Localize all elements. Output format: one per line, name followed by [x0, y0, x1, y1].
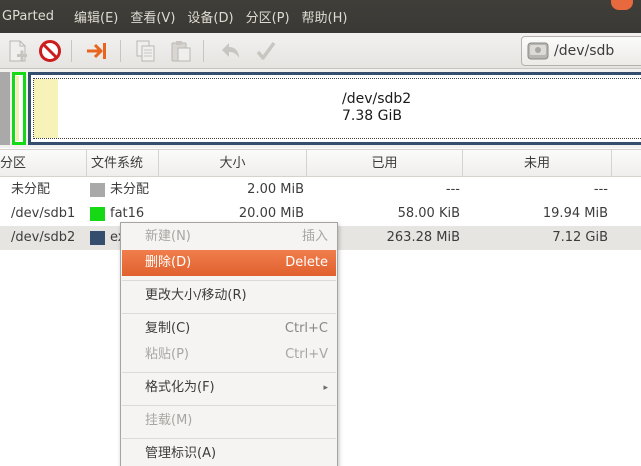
copy-icon — [136, 40, 155, 62]
resize-move-button[interactable] — [84, 38, 110, 64]
column-filler — [612, 150, 641, 177]
app-title: GParted — [2, 9, 54, 24]
table-row[interactable]: 未分配 未分配 2.00 MiB --- --- — [0, 178, 641, 202]
graphic-label: /dev/sdb2 7.38 GiB — [342, 91, 411, 125]
delete-icon — [39, 40, 61, 62]
cell-partition: /dev/sdb1 — [11, 206, 76, 221]
graphic-sdb1[interactable] — [12, 72, 26, 145]
menu-item-accel: 插入 — [301, 229, 328, 244]
cell-unused: --- — [593, 182, 608, 197]
submenu-arrow-icon: ▸ — [323, 383, 328, 393]
menu-separator — [122, 313, 336, 314]
device-selector[interactable]: /dev/sdb ( — [521, 36, 641, 66]
menu-item-paste[interactable]: 粘贴(P) Ctrl+V — [122, 342, 336, 368]
menu-item-accel: Ctrl+C — [284, 321, 328, 336]
graphic-sdb1-used — [16, 76, 19, 141]
window-close-button[interactable] — [611, 0, 633, 10]
graphic-sdb2-inner — [33, 78, 641, 139]
menu-item-label: 新建(N) — [145, 229, 191, 244]
menu-item-label: 复制(C) — [145, 321, 191, 336]
menu-separator — [122, 280, 336, 281]
new-partition-icon — [9, 40, 27, 62]
menu-separator — [122, 438, 336, 439]
menu-help[interactable]: 帮助(H) — [296, 7, 354, 26]
menu-separator — [122, 372, 336, 373]
undo-button[interactable] — [217, 38, 243, 64]
filesystem-swatch — [90, 207, 105, 221]
menu-separator — [122, 405, 336, 406]
graphic-unallocated[interactable] — [0, 72, 10, 145]
filesystem-swatch — [90, 183, 105, 197]
menu-item-copy[interactable]: 复制(C) Ctrl+C — [122, 316, 336, 342]
cell-partition: /dev/sdb2 — [11, 230, 76, 245]
menu-item-label: 挂载(M) — [145, 413, 193, 428]
menu-device[interactable]: 设备(D) — [181, 7, 239, 26]
menu-item-accel: Delete — [285, 255, 328, 270]
partition-graphic: /dev/sdb2 7.38 GiB — [0, 69, 641, 148]
cell-used: --- — [445, 182, 460, 197]
cell-size: 2.00 MiB — [247, 182, 304, 197]
graphic-sdb2[interactable] — [28, 72, 641, 145]
menu-item-label: 粘贴(P) — [145, 347, 189, 362]
menu-view[interactable]: 查看(V) — [124, 7, 181, 26]
disk-icon — [527, 42, 549, 60]
resize-move-icon — [87, 43, 106, 59]
column-partition[interactable]: 分区 — [0, 150, 87, 177]
apply-icon — [256, 41, 276, 60]
cell-partition: 未分配 — [11, 182, 51, 197]
menu-edit[interactable]: 编辑(E) — [68, 7, 124, 26]
cell-filesystem: 未分配 — [110, 182, 150, 197]
menu-partition[interactable]: 分区(P) — [240, 7, 296, 26]
copy-button[interactable] — [133, 38, 159, 64]
paste-icon — [171, 41, 191, 62]
partition-table-header: 分区 文件系统 大小 已用 未用 — [0, 149, 641, 177]
menu-item-mount[interactable]: 挂载(M) — [122, 408, 336, 434]
toolbar-separator — [71, 40, 72, 62]
menu-bar: GParted 编辑(E) 查看(V) 设备(D) 分区(P) 帮助(H) — [0, 0, 641, 33]
graphic-sdb2-used — [34, 79, 58, 138]
column-size[interactable]: 大小 — [159, 150, 307, 177]
menu-item-format-as[interactable]: 格式化为(F) ▸ — [122, 375, 336, 401]
paste-button[interactable] — [168, 38, 194, 64]
menu-item-label: 删除(D) — [145, 255, 192, 270]
menu-item-label: 管理标识(A) — [145, 446, 217, 461]
column-filesystem[interactable]: 文件系统 — [87, 150, 159, 177]
menu-item-delete[interactable]: 删除(D) Delete — [122, 250, 336, 276]
new-partition-button[interactable] — [4, 38, 30, 64]
graphic-partition-size: 7.38 GiB — [342, 108, 402, 124]
graphic-partition-name: /dev/sdb2 — [342, 91, 412, 107]
apply-button[interactable] — [253, 38, 279, 64]
cell-unused: 7.12 GiB — [552, 230, 608, 245]
menu-item-resize-move[interactable]: 更改大小/移动(R) — [122, 283, 336, 309]
menu-item-label: 更改大小/移动(R) — [145, 288, 247, 303]
menu-item-label: 格式化为(F) — [145, 380, 215, 395]
filesystem-swatch — [90, 231, 105, 245]
delete-button[interactable] — [37, 38, 63, 64]
device-label: /dev/sdb — [554, 43, 615, 59]
toolbar-separator — [120, 40, 121, 62]
column-used[interactable]: 已用 — [307, 150, 463, 177]
context-menu: 新建(N) 插入 删除(D) Delete 更改大小/移动(R) 复制(C) C… — [120, 222, 338, 466]
toolbar: /dev/sdb ( — [0, 33, 641, 69]
undo-icon — [222, 43, 239, 58]
menu-item-new[interactable]: 新建(N) 插入 — [122, 224, 336, 250]
cell-unused: 19.94 MiB — [542, 206, 608, 221]
toolbar-separator — [203, 40, 204, 62]
menu-item-manage-labels[interactable]: 管理标识(A) — [122, 441, 336, 466]
menu-item-accel: Ctrl+V — [285, 347, 328, 362]
column-unused[interactable]: 未用 — [463, 150, 612, 177]
